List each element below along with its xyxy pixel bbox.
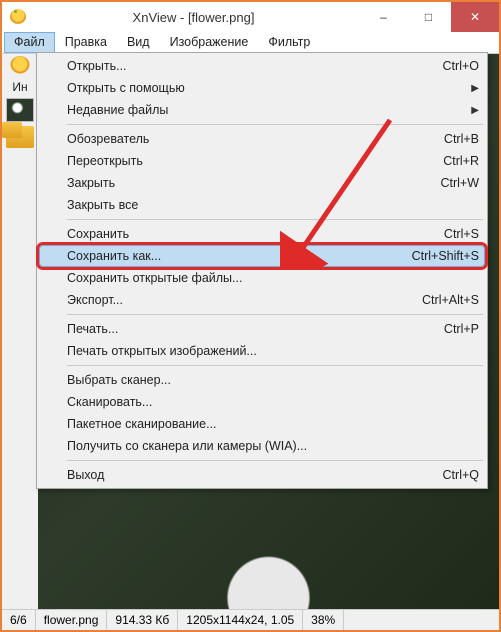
menu-separator <box>67 460 483 461</box>
menu-edit[interactable]: Правка <box>55 32 117 53</box>
menu-save-open-files[interactable]: Сохранить открытые файлы... <box>39 267 485 289</box>
menu-label: Открыть... <box>67 59 127 73</box>
menu-bar: Файл Правка Вид Изображение Фильтр <box>2 32 499 54</box>
menu-separator <box>67 365 483 366</box>
menu-separator <box>67 314 483 315</box>
menu-separator <box>67 219 483 220</box>
menu-save-as[interactable]: Сохранить как... Ctrl+Shift+S <box>39 245 485 267</box>
menu-file[interactable]: Файл <box>4 32 55 53</box>
menu-shortcut: Ctrl+Alt+S <box>422 293 479 307</box>
menu-label: Закрыть все <box>67 198 138 212</box>
menu-label: Недавние файлы <box>67 103 168 117</box>
menu-recent-files[interactable]: Недавние файлы ▶ <box>39 99 485 121</box>
menu-close[interactable]: Закрыть Ctrl+W <box>39 172 485 194</box>
status-bar: 6/6 flower.png 914.33 Кб 1205x1144x24, 1… <box>2 609 499 630</box>
title-bar: XnView - [flower.png] – □ ✕ <box>2 2 499 32</box>
menu-shortcut: Ctrl+Shift+S <box>412 249 479 263</box>
menu-label: Закрыть <box>67 176 115 190</box>
menu-scan[interactable]: Сканировать... <box>39 391 485 413</box>
menu-label: Выбрать сканер... <box>67 373 171 387</box>
menu-view[interactable]: Вид <box>117 32 160 53</box>
menu-shortcut: Ctrl+Q <box>443 468 479 482</box>
menu-separator <box>67 124 483 125</box>
menu-shortcut: Ctrl+O <box>443 59 479 73</box>
menu-shortcut: Ctrl+S <box>444 227 479 241</box>
window-title: XnView - [flower.png] <box>26 10 361 25</box>
minimize-button[interactable]: – <box>361 2 406 32</box>
menu-exit[interactable]: Выход Ctrl+Q <box>39 464 485 486</box>
app-tool-icon[interactable] <box>10 56 30 76</box>
menu-print[interactable]: Печать... Ctrl+P <box>39 318 485 340</box>
app-icon <box>10 9 26 25</box>
status-filename: flower.png <box>36 610 108 630</box>
menu-open-with[interactable]: Открыть с помощью ▶ <box>39 77 485 99</box>
menu-label: Открыть с помощью <box>67 81 185 95</box>
close-button[interactable]: ✕ <box>451 2 499 32</box>
menu-browser[interactable]: Обозреватель Ctrl+B <box>39 128 485 150</box>
maximize-button[interactable]: □ <box>406 2 451 32</box>
status-zoom: 38% <box>303 610 344 630</box>
menu-select-scanner[interactable]: Выбрать сканер... <box>39 369 485 391</box>
left-toolbar: Ин <box>2 54 38 609</box>
menu-image[interactable]: Изображение <box>160 32 259 53</box>
status-filesize: 914.33 Кб <box>107 610 178 630</box>
menu-shortcut: Ctrl+W <box>440 176 479 190</box>
menu-label: Пакетное сканирование... <box>67 417 217 431</box>
menu-shortcut: Ctrl+R <box>443 154 479 168</box>
menu-label: Сканировать... <box>67 395 152 409</box>
menu-label: Печать... <box>67 322 118 336</box>
folder-icon[interactable] <box>6 126 34 148</box>
status-dimensions: 1205x1144x24, 1.05 <box>178 610 303 630</box>
menu-filter[interactable]: Фильтр <box>258 32 320 53</box>
menu-shortcut: Ctrl+P <box>444 322 479 336</box>
chevron-right-icon: ▶ <box>471 83 479 94</box>
menu-label: Получить со сканера или камеры (WIA)... <box>67 439 307 453</box>
menu-label: Сохранить <box>67 227 129 241</box>
menu-label: Экспорт... <box>67 293 123 307</box>
file-menu-dropdown: Открыть... Ctrl+O Открыть с помощью ▶ Не… <box>36 52 488 489</box>
menu-wia[interactable]: Получить со сканера или камеры (WIA)... <box>39 435 485 457</box>
menu-shortcut: Ctrl+B <box>444 132 479 146</box>
menu-label: Переоткрыть <box>67 154 143 168</box>
menu-open[interactable]: Открыть... Ctrl+O <box>39 55 485 77</box>
menu-label: Сохранить как... <box>67 249 161 263</box>
menu-reopen[interactable]: Переоткрыть Ctrl+R <box>39 150 485 172</box>
menu-label: Печать открытых изображений... <box>67 344 257 358</box>
toolbar-label: Ин <box>12 80 27 94</box>
thumbnail-icon[interactable] <box>6 98 34 122</box>
window-controls: – □ ✕ <box>361 2 499 32</box>
status-index: 6/6 <box>2 610 36 630</box>
menu-label: Сохранить открытые файлы... <box>67 271 242 285</box>
menu-batch-scan[interactable]: Пакетное сканирование... <box>39 413 485 435</box>
menu-print-open[interactable]: Печать открытых изображений... <box>39 340 485 362</box>
menu-export[interactable]: Экспорт... Ctrl+Alt+S <box>39 289 485 311</box>
menu-save[interactable]: Сохранить Ctrl+S <box>39 223 485 245</box>
menu-label: Выход <box>67 468 104 482</box>
menu-close-all[interactable]: Закрыть все <box>39 194 485 216</box>
menu-label: Обозреватель <box>67 132 149 146</box>
chevron-right-icon: ▶ <box>471 105 479 116</box>
